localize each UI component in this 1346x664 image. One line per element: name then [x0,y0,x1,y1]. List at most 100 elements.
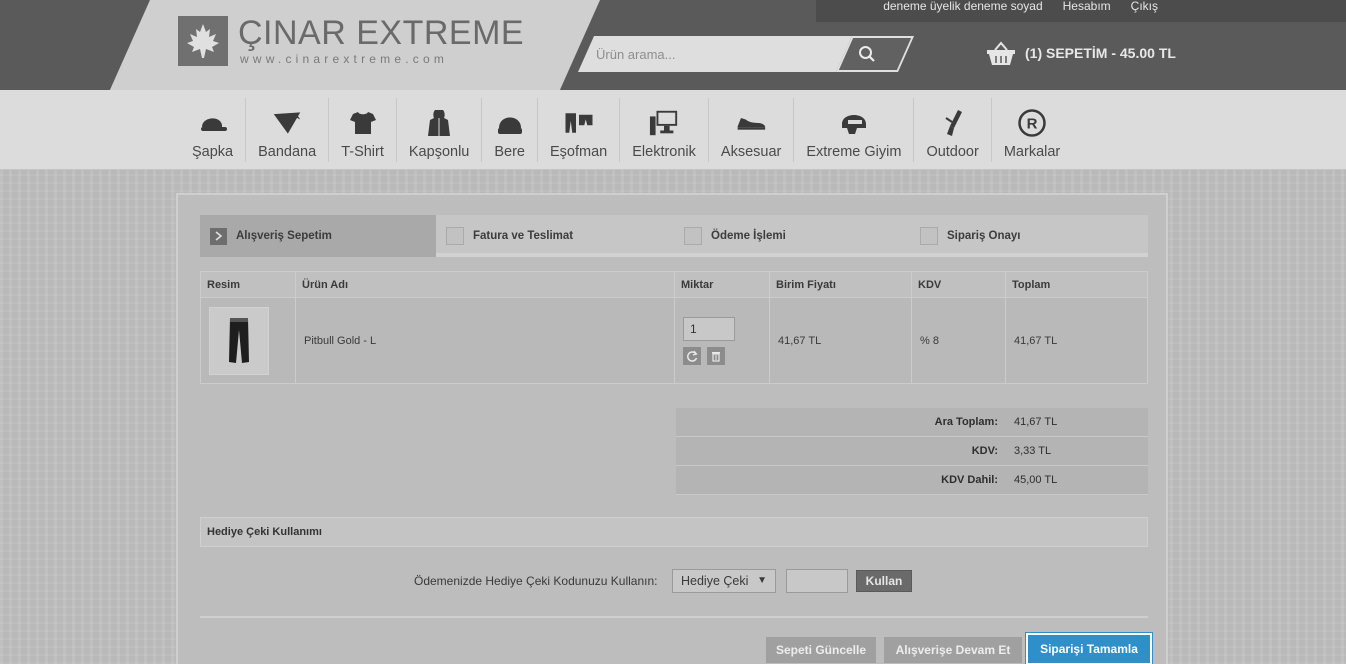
unit-price: 41,67 TL [769,297,912,384]
step-checkbox [684,227,702,245]
col-image: Resim [200,271,296,298]
nav-label: Bandana [258,144,317,160]
grand-total-label: KDV Dahil: [941,474,998,486]
helmet-icon [839,108,869,138]
nav-label: Bere [494,144,525,160]
subtotal-value: 41,67 TL [1014,416,1058,428]
search-box [578,36,915,72]
logo-url: www.cinarextreme.com [240,52,449,66]
tshirt-icon [348,108,378,138]
nav-label: Kapşonlu [408,144,470,160]
cart-label: (1) SEPETİM - 45.00 TL [1025,45,1176,61]
logo-title: ÇINAR EXTREME [238,14,525,52]
svg-text:R: R [1027,116,1038,133]
search-icon[interactable] [858,45,876,63]
continue-shopping-button[interactable]: Alışverişe Devam Et [884,637,1022,663]
apply-gift-button[interactable]: Kullan [856,570,912,592]
gift-voucher-heading: Hediye Çeki Kullanımı [200,517,1148,547]
user-links: deneme üyelik deneme soyad Hesabım Çıkış [883,0,1158,14]
sneaker-icon [736,108,766,138]
bandana-icon [272,108,302,138]
qty-cell [674,297,770,384]
checkout-steps: Alışveriş Sepetim Fatura ve Teslimat Öde… [200,215,1148,257]
vat-rate: % 8 [911,297,1006,384]
nav-label: T-Shirt [341,144,384,160]
table-header-row: Resim Ürün Adı Miktar Birim Fiyatı KDV T… [200,271,1148,298]
col-product: Ürün Adı [295,271,675,298]
product-image[interactable] [209,306,269,375]
vat-row: KDV: 3,33 TL [676,437,1148,466]
subtotal-label: Ara Toplam: [934,416,998,428]
nav-item-tshirt[interactable]: T-Shirt [328,98,396,162]
grand-total-value: 45,00 TL [1014,474,1058,486]
gift-voucher-row: Ödemenizde Hediye Çeki Kodunuzu Kullanın… [200,569,1148,595]
knife-icon [938,108,968,138]
vat-value: 3,33 TL [1014,445,1052,457]
complete-order-button[interactable]: Siparişi Tamamla [1026,633,1152,664]
chevron-down-icon: ▼ [757,575,767,586]
registered-icon: R [1017,108,1047,138]
gift-code-input[interactable] [786,569,848,593]
vat-label: KDV: [971,445,998,457]
nav-item-elektronik[interactable]: Elektronik [619,98,708,162]
step-checkbox [920,227,938,245]
gift-voucher-label: Ödemenizde Hediye Çeki Kodunuzu Kullanın… [414,574,658,588]
refresh-icon[interactable] [683,346,701,365]
nav-label: Markalar [1003,144,1061,160]
nav-item-kapsonlu[interactable]: Kapşonlu [395,98,481,162]
nav-label: Extreme Giyim [806,144,902,160]
step-label: Sipariş Onayı [947,230,1021,242]
category-nav: Şapka Bandana T-Shirt Kapşonlu Bere Eşof… [0,90,1346,170]
maple-leaf-icon [178,16,228,66]
col-vat: KDV [911,271,1006,298]
nav-label: Aksesuar [720,144,782,160]
cart-actions: Sepeti Güncelle Alışverişe Devam Et Sipa… [200,633,1152,664]
site-logo[interactable]: ÇINAR EXTREME www.cinarextreme.com [178,14,524,72]
divider [200,616,1148,618]
cart-link[interactable]: (1) SEPETİM - 45.00 TL [985,38,1176,68]
nav-item-sapka[interactable]: Şapka [180,98,245,162]
step-billing[interactable]: Fatura ve Teslimat [446,215,573,257]
logout-link[interactable]: Çıkış [1131,0,1158,14]
step-confirm[interactable]: Sipariş Onayı [920,215,1021,257]
product-name[interactable]: Pitbull Gold - L [295,297,675,384]
nav-item-extreme-giyim[interactable]: Extreme Giyim [793,98,913,162]
cap-icon [198,108,228,138]
nav-item-outdoor[interactable]: Outdoor [913,98,990,162]
step-label: Ödeme İşlemi [711,230,786,242]
gift-type-value: Hediye Çeki [681,574,749,588]
step-cart[interactable]: Alışveriş Sepetim [200,215,436,257]
trash-icon[interactable] [707,346,725,365]
table-row: Pitbull Gold - L 41,67 TL % 8 41,67 TL [200,297,1148,384]
subtotal-row: Ara Toplam: 41,67 TL [676,408,1148,437]
computer-icon [649,108,679,138]
qty-actions [683,346,769,365]
step-payment[interactable]: Ödeme İşlemi [684,215,786,257]
tracksuit-icon [564,108,594,138]
nav-item-esofman[interactable]: Eşofman [537,98,619,162]
col-total: Toplam [1005,271,1148,298]
grand-total-row: KDV Dahil: 45,00 TL [676,466,1148,495]
user-name-link[interactable]: deneme üyelik deneme soyad [883,0,1042,14]
quantity-input[interactable] [683,316,735,341]
col-unit-price: Birim Fiyatı [769,271,912,298]
chevron-right-icon [210,227,227,245]
nav-label: Outdoor [926,144,979,160]
totals-box: Ara Toplam: 41,67 TL KDV: 3,33 TL KDV Da… [676,408,1148,495]
account-link[interactable]: Hesabım [1063,0,1111,14]
basket-icon [987,41,1015,65]
nav-item-bandana[interactable]: Bandana [245,98,328,162]
nav-item-markalar[interactable]: R Markalar [990,98,1072,162]
beanie-icon [495,108,525,138]
step-checkbox [446,227,464,245]
nav-item-bere[interactable]: Bere [481,98,537,162]
step-label: Fatura ve Teslimat [473,230,574,242]
site-header: ÇINAR EXTREME www.cinarextreme.com denem… [0,0,1346,90]
row-total: 41,67 TL [1005,297,1148,384]
nav-item-aksesuar[interactable]: Aksesuar [707,98,793,162]
gift-type-select[interactable]: Hediye Çeki ▼ [672,569,776,593]
search-input[interactable] [596,44,836,64]
product-image-cell [200,297,296,384]
hoodie-icon [424,108,454,138]
update-cart-button[interactable]: Sepeti Güncelle [766,637,876,663]
